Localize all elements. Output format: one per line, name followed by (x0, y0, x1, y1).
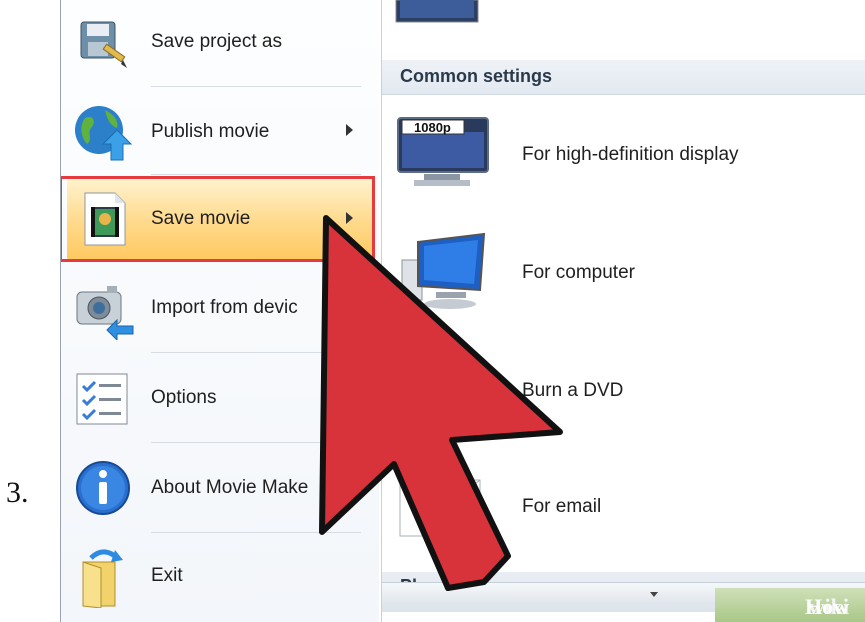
section-title: Common settings (400, 66, 553, 86)
watermark-how: How (805, 594, 849, 619)
file-menu-left-column: Save project as Publish movie Save movie… (61, 0, 379, 622)
menu-separator (151, 532, 361, 533)
option-label: For computer (522, 262, 635, 283)
wikihow-watermark: wiki How (715, 588, 865, 622)
menu-item-label: Exit (151, 565, 183, 586)
menu-item-publish-movie[interactable]: Publish movie (67, 92, 375, 172)
exit-folder-icon (71, 544, 135, 609)
menu-item-label: Import from devic (151, 297, 298, 318)
hd-monitor-icon: 1080p (394, 114, 494, 194)
menu-item-import-from-device[interactable]: Import from devic (67, 268, 375, 348)
movie-maker-file-menu: Save project as Publish movie Save movie… (60, 0, 865, 622)
highlight-box (61, 176, 375, 262)
submenu-arrow-icon (346, 124, 353, 136)
menu-separator (151, 86, 361, 87)
menu-item-label: Options (151, 387, 217, 408)
menu-item-exit[interactable]: Exit (67, 536, 375, 616)
option-email[interactable]: For email (382, 456, 865, 556)
email-icon (394, 466, 494, 546)
step-number: 3. (6, 476, 29, 509)
camera-import-icon (71, 276, 135, 342)
option-label: For high-definition display (522, 144, 739, 165)
info-icon (71, 456, 135, 520)
scroll-down-arrow-icon[interactable] (650, 592, 658, 597)
menu-separator (151, 442, 361, 443)
save-movie-submenu: Common settings 1080p For high-definitio… (381, 0, 865, 622)
menu-separator (151, 352, 361, 353)
option-label: Burn a DVD (522, 380, 624, 401)
option-burn-dvd[interactable]: Burn a DVD (382, 340, 865, 440)
menu-item-label: Publish movie (151, 121, 270, 142)
computer-icon (394, 232, 494, 312)
dvd-icon (394, 350, 494, 430)
hd-badge: 1080p (414, 120, 451, 135)
menu-item-label: About Movie Make (151, 477, 309, 498)
menu-item-save-project-as[interactable]: Save project as (67, 2, 375, 82)
option-label: For email (522, 496, 602, 517)
option-computer[interactable]: For computer (382, 222, 865, 322)
option-high-definition-display[interactable]: 1080p For high-definition display (382, 104, 865, 204)
globe-publish-icon (71, 100, 135, 164)
menu-item-options[interactable]: Options (67, 358, 375, 438)
checklist-icon (71, 366, 135, 430)
menu-separator (151, 174, 361, 175)
monitor-icon (394, 0, 486, 30)
menu-item-label: Save project as (151, 31, 282, 52)
menu-item-about-movie-maker[interactable]: About Movie Make (67, 448, 375, 528)
section-header: Common settings (382, 60, 865, 95)
save-project-icon (71, 10, 135, 74)
